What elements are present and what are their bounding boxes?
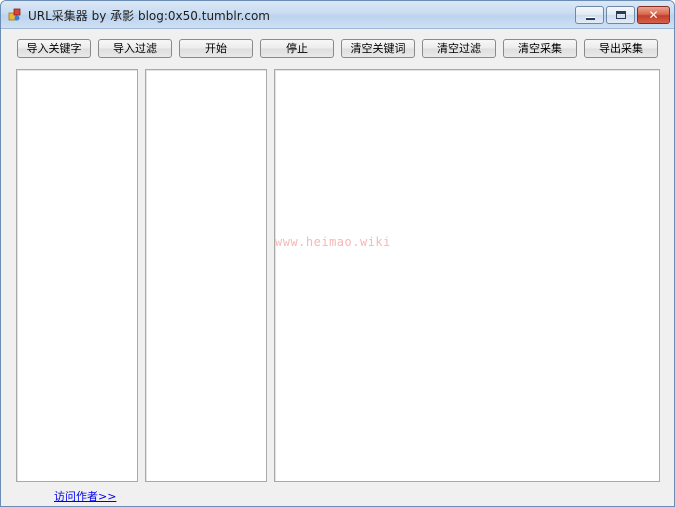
maximize-button[interactable] bbox=[606, 6, 635, 24]
minimize-button[interactable] bbox=[575, 6, 604, 24]
import-filter-button[interactable]: 导入过滤 bbox=[98, 39, 172, 58]
clear-results-button[interactable]: 清空采集 bbox=[503, 39, 577, 58]
results-list[interactable] bbox=[274, 69, 660, 482]
app-icon bbox=[8, 8, 21, 21]
stop-button[interactable]: 停止 bbox=[260, 39, 334, 58]
close-icon: ✕ bbox=[648, 8, 659, 22]
filters-list[interactable] bbox=[145, 69, 267, 482]
start-button[interactable]: 开始 bbox=[179, 39, 253, 58]
window-title: URL采集器 by 承影 blog:0x50.tumblr.com bbox=[28, 9, 270, 23]
title-bar[interactable]: URL采集器 by 承影 blog:0x50.tumblr.com ✕ bbox=[1, 1, 674, 29]
close-button[interactable]: ✕ bbox=[637, 6, 670, 24]
clear-filter-button[interactable]: 清空过滤 bbox=[422, 39, 496, 58]
maximize-icon bbox=[616, 11, 626, 19]
minimize-icon bbox=[586, 17, 595, 20]
watermark-text: www.heimao.wiki bbox=[275, 235, 391, 249]
keywords-list[interactable] bbox=[16, 69, 138, 482]
import-keywords-button[interactable]: 导入关键字 bbox=[17, 39, 91, 58]
clear-keywords-button[interactable]: 清空关键词 bbox=[341, 39, 415, 58]
app-window: URL采集器 by 承影 blog:0x50.tumblr.com ✕ 导入关键… bbox=[0, 0, 675, 507]
export-results-button[interactable]: 导出采集 bbox=[584, 39, 658, 58]
visit-author-link[interactable]: 访问作者>> bbox=[54, 488, 116, 504]
